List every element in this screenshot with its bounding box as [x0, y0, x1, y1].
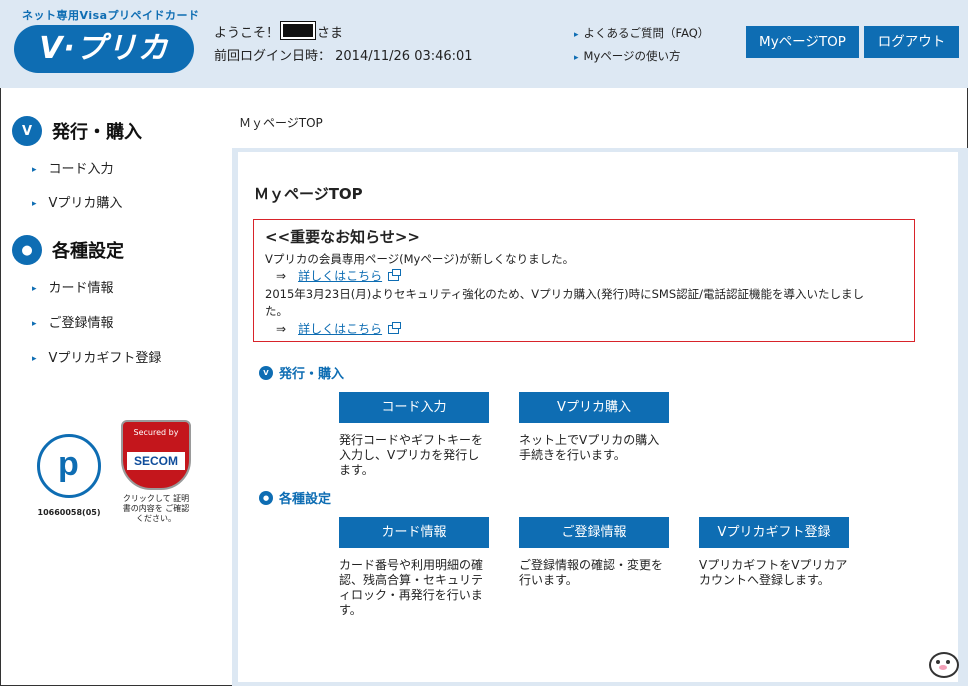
- brand-tagline: ネット専用Visaプリペイドカード: [22, 9, 200, 22]
- notice-title: <<重要なお知らせ>>: [265, 228, 420, 246]
- section-settings-heading: ● 各種設定: [259, 488, 331, 507]
- sidebar-heading-label: 発行・購入: [52, 122, 142, 143]
- lock-icon: ●: [12, 235, 42, 265]
- secom-shield-icon: Secured by SECOM: [121, 420, 191, 490]
- mascot-icon[interactable]: [928, 648, 959, 678]
- notice-more-link-2[interactable]: 詳しくはこちら: [298, 322, 382, 336]
- external-link-icon: [388, 322, 402, 334]
- privacy-mark[interactable]: p 10660058(05): [36, 430, 102, 517]
- sidebar-item-card-info[interactable]: カード情報: [32, 277, 114, 296]
- external-link-icon: [388, 269, 402, 281]
- vpreca-logo[interactable]: V·プリカ: [14, 25, 194, 73]
- gift-registration-desc: VプリカギフトをVプリカアカウントへ登録します。: [699, 558, 848, 587]
- last-login: 前回ログイン日時： 2014/11/26 03:46:01: [214, 49, 473, 64]
- registration-info-button[interactable]: ご登録情報: [519, 517, 669, 548]
- sidebar-item-code-input[interactable]: コード入力: [32, 158, 114, 177]
- section-issue-heading: V 発行・購入: [259, 363, 344, 382]
- card-icon: V: [12, 116, 42, 146]
- sidebar-heading-label: 各種設定: [52, 241, 124, 262]
- notice-line2b: た。: [265, 304, 288, 318]
- mypage-guide-link[interactable]: Myページの使い方: [574, 48, 709, 64]
- redacted-username: [280, 21, 317, 40]
- gift-registration-button[interactable]: Vプリカギフト登録: [699, 517, 849, 548]
- privacy-number: 10660058(05): [37, 508, 101, 517]
- secom-caption: クリックして 証明書の内容を ご確認ください。: [122, 494, 190, 523]
- mypage-top-button[interactable]: MyページTOP: [746, 26, 859, 58]
- section-settings-title: 各種設定: [279, 492, 332, 507]
- header-links: よくあるご質問（FAQ） Myページの使い方: [574, 25, 710, 71]
- header: ネット専用Visaプリペイドカード V·プリカ ようこそ！ さま 前回ログイン日時…: [0, 0, 968, 88]
- breadcrumb: ＭｙページTOP: [239, 116, 323, 130]
- sidebar-item-registration-info[interactable]: ご登録情報: [32, 312, 114, 331]
- registration-info-desc: ご登録情報の確認・変更を行います。: [519, 558, 664, 587]
- welcome-suffix: さま: [317, 26, 344, 41]
- card-icon: V: [259, 365, 273, 380]
- arrow-icon: ⇒: [276, 269, 287, 283]
- secom-seal[interactable]: Secured by SECOM クリックして 証明書の内容を ご確認ください。: [120, 420, 192, 523]
- notice-line2: 2015年3月23日(月)よりセキュリティ強化のため、Vプリカ購入(発行)時にS…: [265, 287, 865, 301]
- welcome-message: ようこそ！ さま: [214, 21, 344, 41]
- lock-icon: ●: [259, 490, 273, 505]
- section-issue-title: 発行・購入: [279, 367, 345, 382]
- sidebar-item-vpreca-purchase[interactable]: Vプリカ購入: [32, 192, 123, 211]
- sidebar-heading-issue: V 発行・購入: [12, 116, 142, 146]
- code-input-desc: 発行コードやギフトキーを入力し、Vプリカを発行します。: [339, 433, 484, 477]
- notice-more-link-1[interactable]: 詳しくはこちら: [298, 269, 382, 283]
- page-title: ＭｙページTOP: [254, 185, 363, 203]
- secom-secured-text: Secured by: [133, 428, 179, 437]
- notice-line1: Vプリカの会員専用ページ(Myページ)が新しくなりました。: [265, 252, 575, 266]
- privacy-mark-icon: p: [37, 434, 101, 498]
- welcome-prefix: ようこそ！: [214, 26, 280, 41]
- code-input-button[interactable]: コード入力: [339, 392, 489, 423]
- sidebar-heading-settings: ● 各種設定: [12, 235, 124, 265]
- card-info-button[interactable]: カード情報: [339, 517, 489, 548]
- vpreca-purchase-desc: ネット上でVプリカの購入手続きを行います。: [519, 433, 660, 462]
- arrow-icon: ⇒: [276, 322, 287, 336]
- notice-more2: ⇒ 詳しくはこちら: [276, 320, 402, 337]
- secom-logo-text: SECOM: [127, 452, 185, 470]
- important-notice: <<重要なお知らせ>> Vプリカの会員専用ページ(Myページ)が新しくなりました…: [253, 219, 915, 342]
- notice-more1: ⇒ 詳しくはこちら: [276, 267, 402, 284]
- card-info-desc: カード番号や利用明細の確認、残高合算・セキュリティロック・再発行を行います。: [339, 558, 484, 617]
- logout-button[interactable]: ログアウト: [864, 26, 959, 58]
- vpreca-purchase-button[interactable]: Vプリカ購入: [519, 392, 669, 423]
- faq-link[interactable]: よくあるご質問（FAQ）: [574, 25, 710, 41]
- sidebar-item-gift-registration[interactable]: Vプリカギフト登録: [32, 347, 162, 366]
